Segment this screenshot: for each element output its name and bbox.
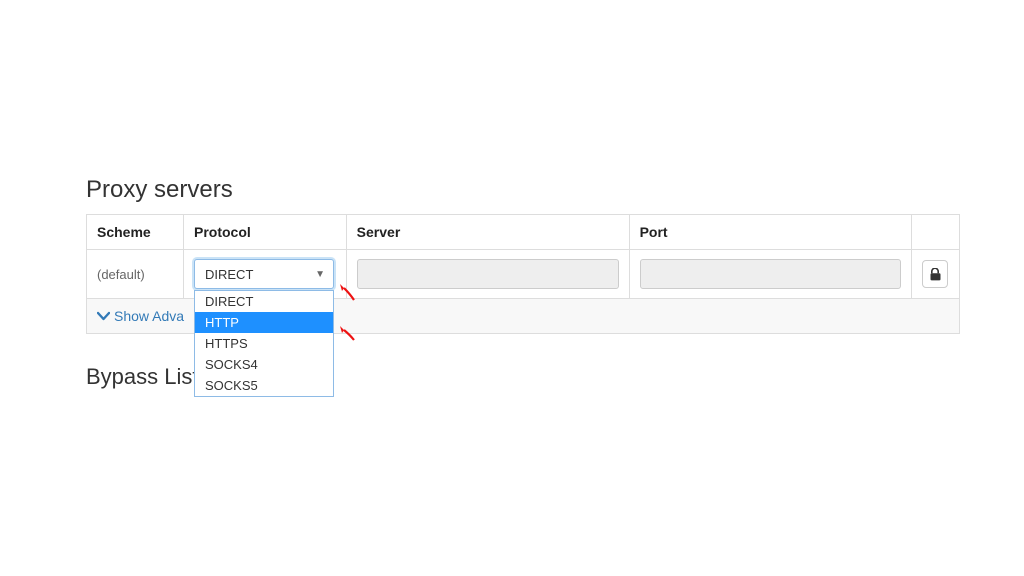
- proxy-servers-table: Scheme Protocol Server Port (default) DI…: [86, 214, 960, 334]
- protocol-dropdown: DIRECT HTTP HTTPS SOCKS4 SOCKS5: [194, 290, 334, 397]
- header-lock: [912, 215, 960, 250]
- protocol-select[interactable]: DIRECT ▼ DIRECT HTTP HTTPS SOCKS4 SOCKS5: [194, 259, 334, 289]
- proxy-servers-heading: Proxy servers: [86, 176, 960, 204]
- header-protocol: Protocol: [184, 215, 347, 250]
- scheme-value: (default): [97, 267, 145, 282]
- show-advanced-link[interactable]: Show Adva: [97, 308, 184, 324]
- table-row: (default) DIRECT ▼ DIRECT HTTP HTTPS SOC…: [87, 250, 960, 299]
- chevron-down-icon: [97, 311, 110, 321]
- protocol-option-socks5[interactable]: SOCKS5: [195, 375, 333, 396]
- protocol-option-direct[interactable]: DIRECT: [195, 291, 333, 312]
- port-input[interactable]: [640, 259, 902, 289]
- show-advanced-label: Show Adva: [114, 308, 184, 324]
- header-server: Server: [346, 215, 629, 250]
- server-input[interactable]: [357, 259, 619, 289]
- header-port: Port: [629, 215, 912, 250]
- protocol-option-socks4[interactable]: SOCKS4: [195, 354, 333, 375]
- protocol-option-http[interactable]: HTTP: [195, 312, 333, 333]
- header-scheme: Scheme: [87, 215, 184, 250]
- lock-icon: [930, 268, 941, 281]
- lock-button[interactable]: [922, 260, 948, 288]
- caret-down-icon: ▼: [315, 269, 325, 280]
- protocol-option-https[interactable]: HTTPS: [195, 333, 333, 354]
- protocol-selected-label: DIRECT: [205, 267, 253, 282]
